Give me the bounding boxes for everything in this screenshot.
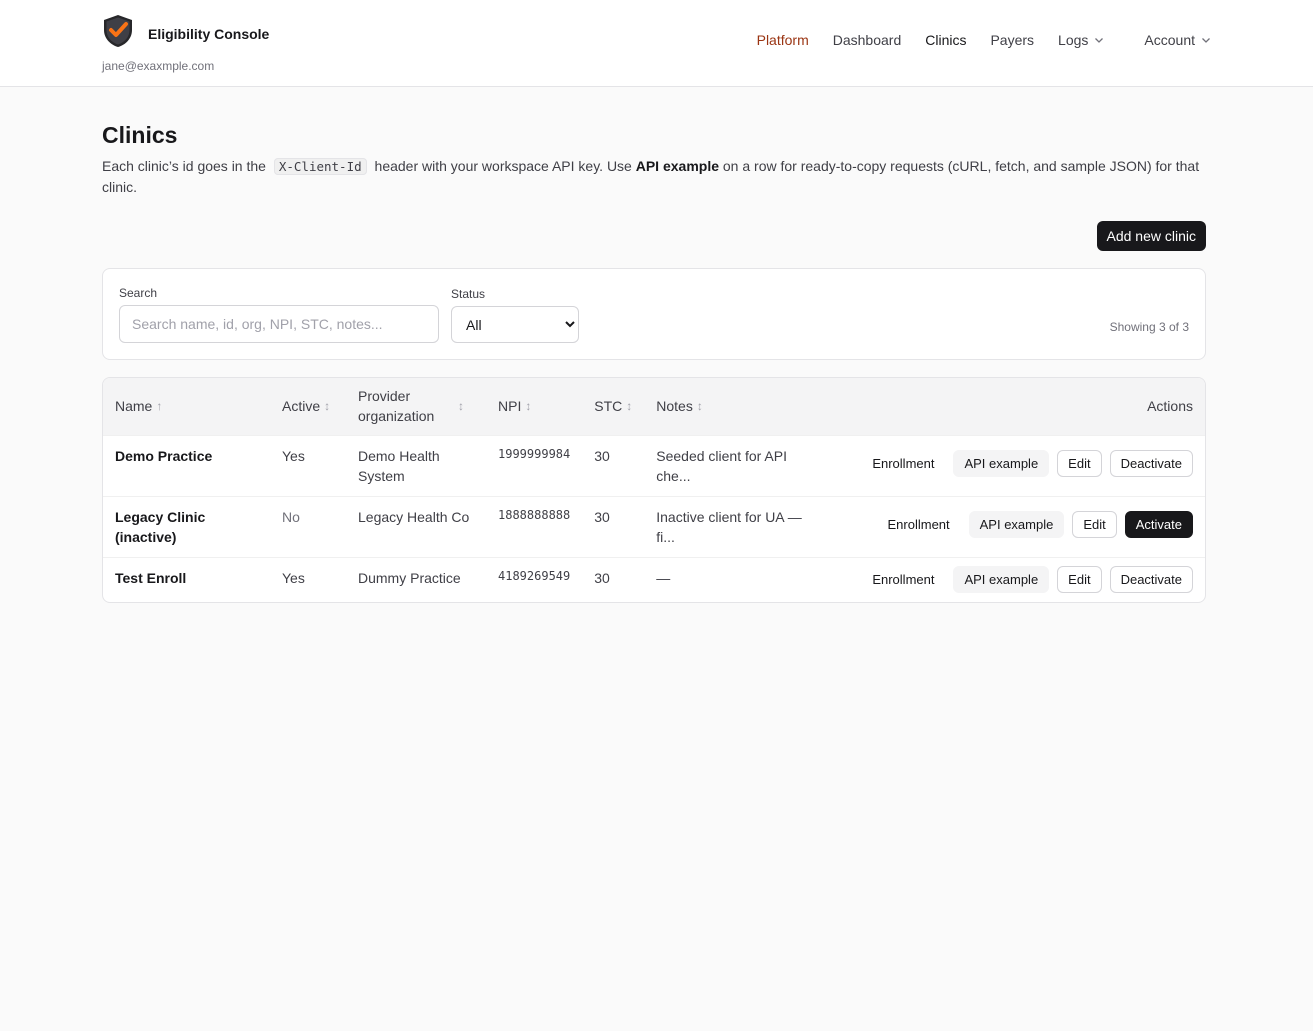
cell-stc: 30 [594,508,610,525]
edit-button[interactable]: Edit [1057,449,1102,477]
nav-account[interactable]: Account [1144,32,1211,48]
status-label: Status [451,287,486,301]
page-description: Each clinic’s id goes in the X-Client-Id… [102,158,1200,195]
search-label: Search [119,286,158,300]
edit-button[interactable]: Edit [1072,510,1117,538]
table-header-row: Name ↑ Active ↕ Provider organization ↕ NPI… [103,378,1205,435]
cell-active: Yes [282,569,305,586]
api-example-button[interactable]: API example [968,510,1065,538]
client-id-header-code: X-Client-Id [273,158,367,175]
cell-actions: Enrollment API example Edit Deactivate [830,557,1205,602]
nav-clinics[interactable]: Clinics [925,32,966,48]
brand-title: Eligibility Console [148,25,270,42]
cell-name: Demo Practice [115,447,213,464]
nav-platform[interactable]: Platform [757,32,809,48]
cell-notes: Seeded client for API che... [656,447,788,484]
api-example-button[interactable]: API example [953,449,1050,477]
page-title: Clinics [102,122,178,148]
cell-org: Legacy Health Co [358,508,470,525]
nav-dashboard[interactable]: Dashboard [833,32,902,48]
user-email: jane@exaxmple.com [102,59,215,73]
cell-npi: 4189269549 [498,568,571,583]
status-select[interactable]: All [451,306,579,343]
col-actions: Actions [1147,398,1193,415]
col-name[interactable]: Name ↑ [103,378,270,435]
activate-button[interactable]: Activate [1124,510,1193,538]
cell-org: Demo Health System [358,447,440,484]
cell-npi: 1888888888 [498,507,571,522]
search-input[interactable] [119,305,439,343]
top-bar: Eligibility Console jane@exaxmple.com Pl… [0,0,1313,87]
col-active[interactable]: Active ↕ [270,378,346,435]
sort-icon: ↕ [696,399,703,414]
cell-notes: Inactive client for UA — fi... [656,508,802,545]
enrollment-button[interactable]: Enrollment [861,450,945,477]
cell-npi: 1999999984 [498,446,571,461]
nav-logs-label: Logs [1058,32,1089,48]
shield-check-logo-icon [102,14,134,53]
deactivate-button[interactable]: Deactivate [1109,565,1193,593]
cell-org: Dummy Practice [358,569,461,586]
chevron-down-icon [1095,38,1104,43]
col-org[interactable]: Provider organization ↕ [346,378,486,435]
enrollment-button[interactable]: Enrollment [861,566,945,593]
nav-account-label: Account [1144,32,1195,48]
cell-active: Yes [282,447,305,464]
sort-icon: ↕ [458,399,464,414]
col-npi[interactable]: NPI ↕ [486,378,582,435]
filter-panel: Search Status All Showing 3 of 3 [102,268,1206,360]
table-row: Demo Practice Yes Demo Health System 199… [103,435,1205,496]
sort-asc-icon: ↑ [156,399,163,414]
api-example-button[interactable]: API example [953,565,1050,593]
clinics-table: Name ↑ Active ↕ Provider organization ↕ NPI… [103,378,1205,602]
main-nav: Platform Dashboard Clinics Payers Logs A… [733,32,1211,48]
sort-icon: ↕ [525,399,532,414]
add-new-clinic-button[interactable]: Add new clinic [1096,221,1206,251]
sort-icon: ↕ [324,399,331,414]
result-count: Showing 3 of 3 [1109,320,1189,334]
table-row: Test Enroll Yes Dummy Practice 418926954… [103,557,1205,602]
brand: Eligibility Console jane@exaxmple.com [102,14,269,73]
col-stc[interactable]: STC ↕ [582,378,644,435]
cell-stc: 30 [594,447,610,464]
cell-stc: 30 [594,569,610,586]
col-notes[interactable]: Notes ↕ [644,378,830,435]
cell-actions: Enrollment API example Edit Deactivate [830,435,1205,496]
sort-icon: ↕ [626,399,633,414]
cell-notes: — [656,569,671,586]
cell-name: Legacy Clinic (inactive) [115,508,206,545]
cell-actions: Enrollment API example Edit Activate [830,496,1205,557]
nav-logs[interactable]: Logs [1058,32,1104,48]
chevron-down-icon [1202,38,1210,43]
deactivate-button[interactable]: Deactivate [1109,449,1193,477]
cell-name: Test Enroll [115,569,187,586]
main-content: Clinics Each clinic’s id goes in the X-C… [102,122,1206,603]
edit-button[interactable]: Edit [1057,565,1102,593]
cell-active: No [282,508,300,525]
enrollment-button[interactable]: Enrollment [877,511,961,538]
nav-payers[interactable]: Payers [990,32,1034,48]
table-row: Legacy Clinic (inactive) No Legacy Healt… [103,496,1205,557]
clinics-table-card: Name ↑ Active ↕ Provider organization ↕ NPI… [102,377,1206,603]
